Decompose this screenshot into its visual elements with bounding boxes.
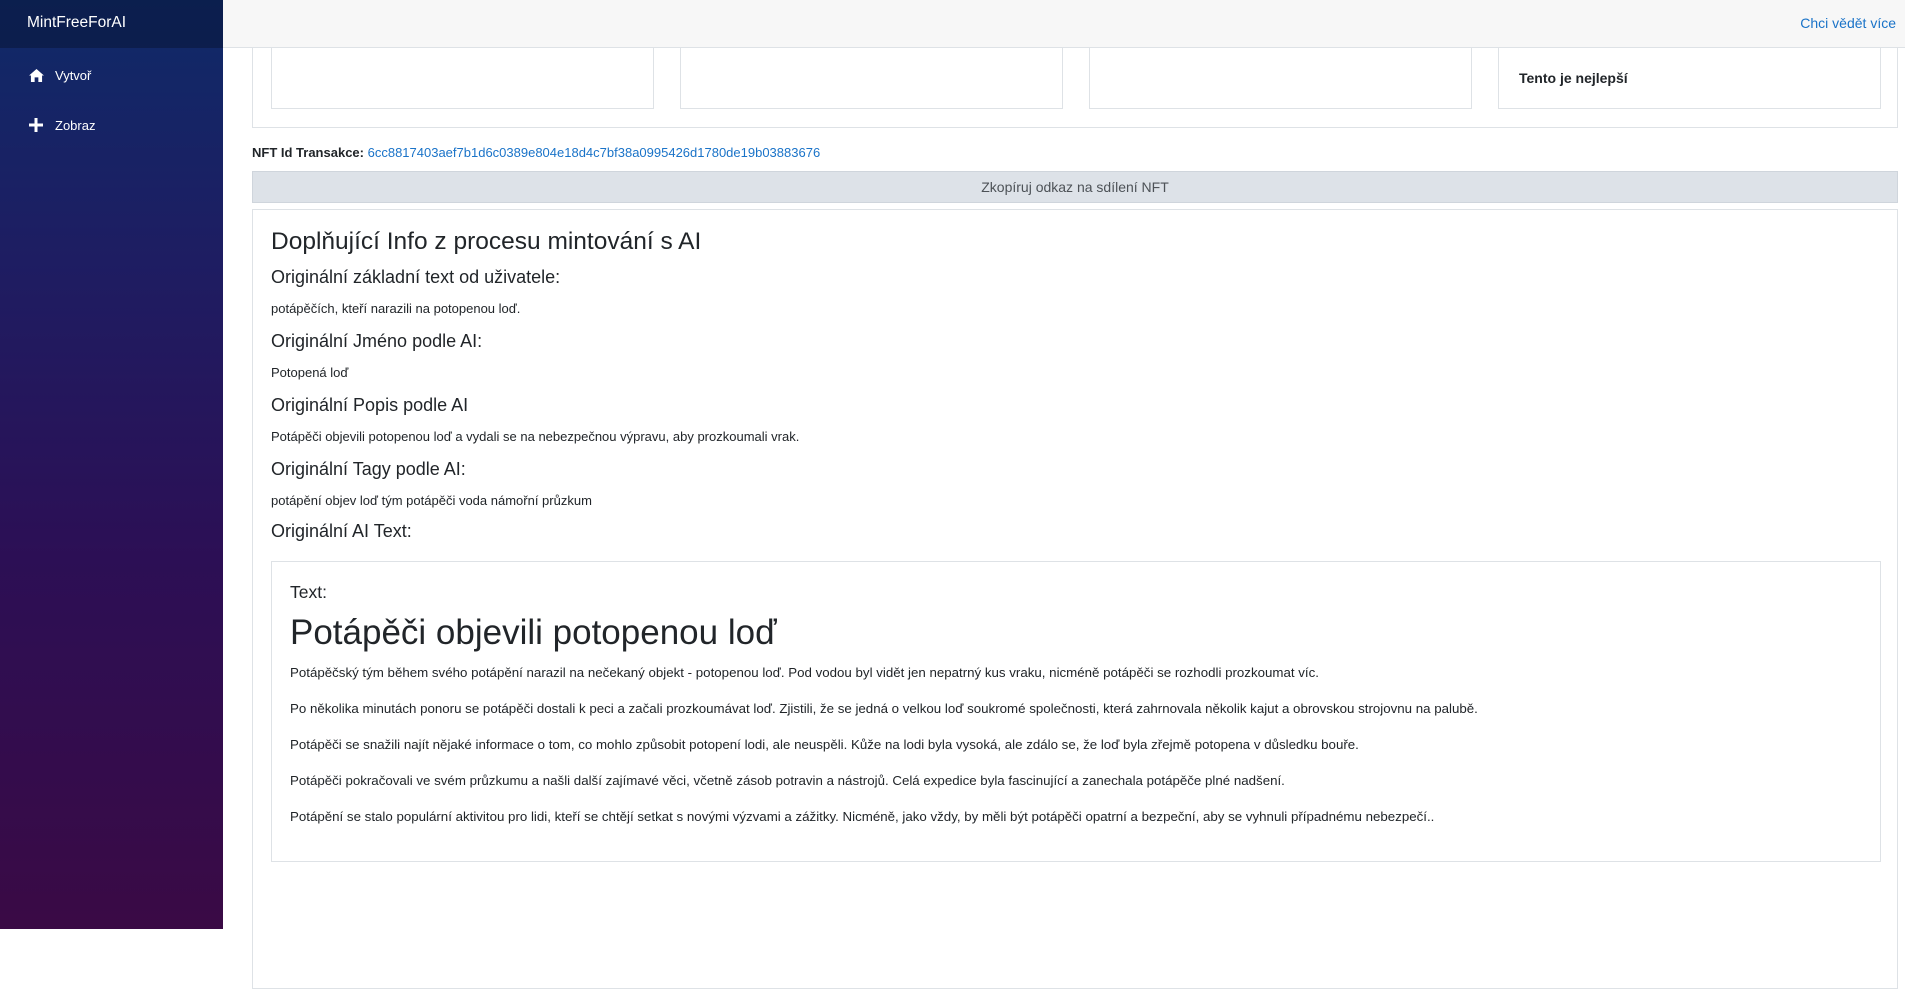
- nft-card[interactable]: [1089, 48, 1472, 109]
- original-description-heading: Originální Popis podle AI: [271, 395, 469, 415]
- ai-text-paragraph: Potápěči pokračovali ve svém průzkumu a …: [290, 773, 1285, 788]
- original-name-heading: Originální Jméno podle AI:: [271, 331, 483, 351]
- brand-logo[interactable]: MintFreeForAI: [0, 0, 223, 48]
- main-content: Tento je nejlepší NFT Id Transakce: 6cc8…: [223, 48, 1905, 989]
- copy-share-link-button[interactable]: Zkopíruj odkaz na sdílení NFT: [252, 171, 1898, 203]
- sidebar: MintFreeForAI Vytvoř Zobraz: [0, 0, 223, 929]
- ai-text-paragraph: Po několika minutách ponoru se potápěči …: [290, 701, 1478, 716]
- nft-card[interactable]: [680, 48, 1063, 109]
- home-icon: [27, 67, 45, 83]
- original-tags-heading: Originální Tagy podle AI:: [271, 459, 466, 479]
- learn-more-link[interactable]: Chci vědět více: [1800, 15, 1896, 31]
- transaction-label: NFT Id Transakce:: [252, 145, 364, 160]
- sidebar-nav: Vytvoř Zobraz: [0, 48, 223, 138]
- best-label: Tento je nejlepší: [1519, 70, 1628, 86]
- nft-card[interactable]: [271, 48, 654, 109]
- ai-text-paragraph: Potápěči se snažili najít nějaké informa…: [290, 737, 1359, 752]
- transaction-id-link[interactable]: 6cc8817403aef7b1d6c0389e804e18d4c7bf38a0…: [368, 145, 821, 160]
- ai-text-label: Text:: [290, 582, 327, 602]
- top-navbar: Chci vědět více: [223, 0, 1905, 48]
- nft-cards-row: Tento je nejlepší: [252, 48, 1898, 128]
- nft-card-best[interactable]: Tento je nejlepší: [1498, 48, 1881, 109]
- original-name: Potopená loď: [271, 365, 349, 380]
- sidebar-item-label: Vytvoř: [55, 67, 92, 83]
- sidebar-item-create[interactable]: Vytvoř: [0, 62, 223, 88]
- original-description: Potápěči objevili potopenou loď a vydali…: [271, 429, 800, 444]
- plus-icon: [27, 117, 45, 133]
- mint-info-panel: Doplňující Info z procesu mintování s AI…: [252, 209, 1898, 989]
- original-ai-text-heading: Originální AI Text:: [271, 521, 412, 541]
- original-text-heading: Originální základní text od uživatele:: [271, 267, 561, 287]
- ai-text-box: Text: Potápěči objevili potopenou loď Po…: [271, 561, 1881, 862]
- sidebar-item-show[interactable]: Zobraz: [0, 112, 223, 138]
- ai-text-headline: Potápěči objevili potopenou loď: [290, 613, 777, 652]
- original-text: potápěčích, kteří narazili na potopenou …: [271, 301, 521, 316]
- ai-text-paragraph: Potápění se stalo populární aktivitou pr…: [290, 809, 1435, 824]
- ai-text-paragraph: Potápěčský tým během svého potápění nara…: [290, 665, 1319, 680]
- info-title: Doplňující Info z procesu mintování s AI: [271, 228, 702, 255]
- sidebar-item-label: Zobraz: [55, 117, 96, 133]
- original-tags: potápění objev loď tým potápěči voda nám…: [271, 493, 592, 508]
- transaction-line: NFT Id Transakce: 6cc8817403aef7b1d6c038…: [252, 145, 820, 160]
